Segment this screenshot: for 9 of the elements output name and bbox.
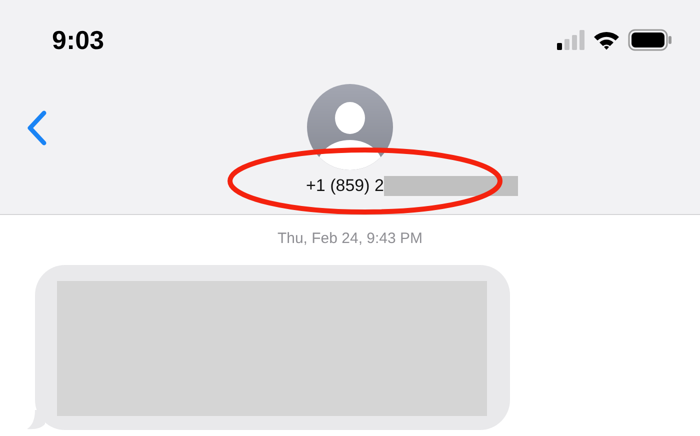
wifi-icon <box>593 30 620 50</box>
contact-name: +1 (859) 2 <box>306 176 384 196</box>
back-button[interactable] <box>26 110 48 146</box>
signal-icon <box>557 30 585 50</box>
message-timestamp: Thu, Feb 24, 9:43 PM <box>276 230 424 247</box>
battery-icon <box>628 29 672 51</box>
contact-avatar-icon[interactable] <box>306 84 393 170</box>
back-chevron-icon <box>26 110 48 146</box>
status-time: 9:03 <box>52 24 104 56</box>
